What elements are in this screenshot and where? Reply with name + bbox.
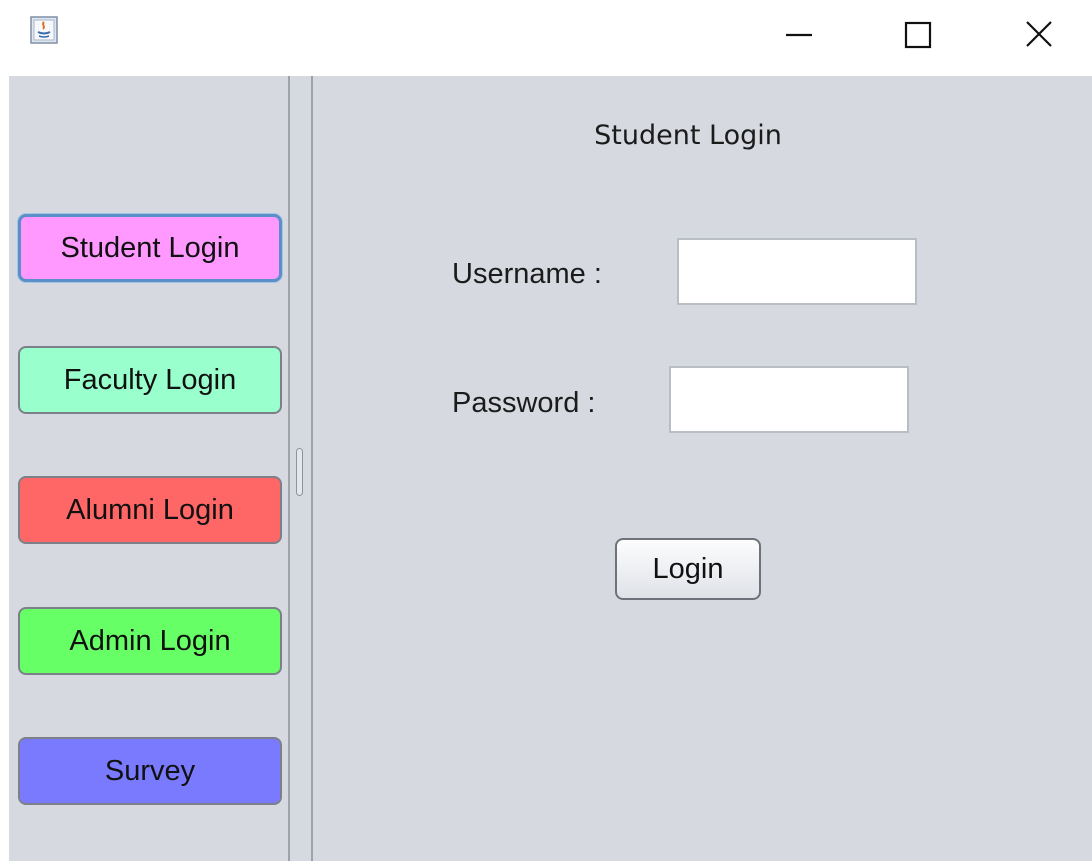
student-login-button[interactable]: Student Login: [18, 214, 282, 282]
close-icon[interactable]: [1005, 0, 1075, 70]
alumni-login-button[interactable]: Alumni Login: [18, 476, 282, 544]
split-pane-divider[interactable]: [288, 76, 313, 861]
login-form-panel: Student Login Username : Password : Logi…: [313, 76, 1092, 861]
faculty-login-button[interactable]: Faculty Login: [18, 346, 282, 414]
java-app-icon: [30, 16, 58, 44]
password-label: Password :: [452, 387, 596, 419]
title-bar: [0, 0, 1092, 76]
sidebar: Student Login Faculty Login Alumni Login…: [9, 76, 288, 861]
username-label: Username :: [452, 258, 602, 290]
password-field[interactable]: [669, 366, 909, 433]
admin-login-button[interactable]: Admin Login: [18, 607, 282, 675]
username-field[interactable]: [677, 238, 917, 305]
divider-grip[interactable]: [296, 448, 303, 496]
maximize-icon[interactable]: [885, 0, 955, 70]
survey-button[interactable]: Survey: [18, 737, 282, 805]
minimize-icon[interactable]: [770, 0, 840, 70]
divider-line-left: [288, 76, 290, 861]
login-button[interactable]: Login: [615, 538, 761, 600]
form-title: Student Login: [594, 120, 782, 151]
main-window: Student Login Faculty Login Alumni Login…: [9, 76, 1092, 861]
